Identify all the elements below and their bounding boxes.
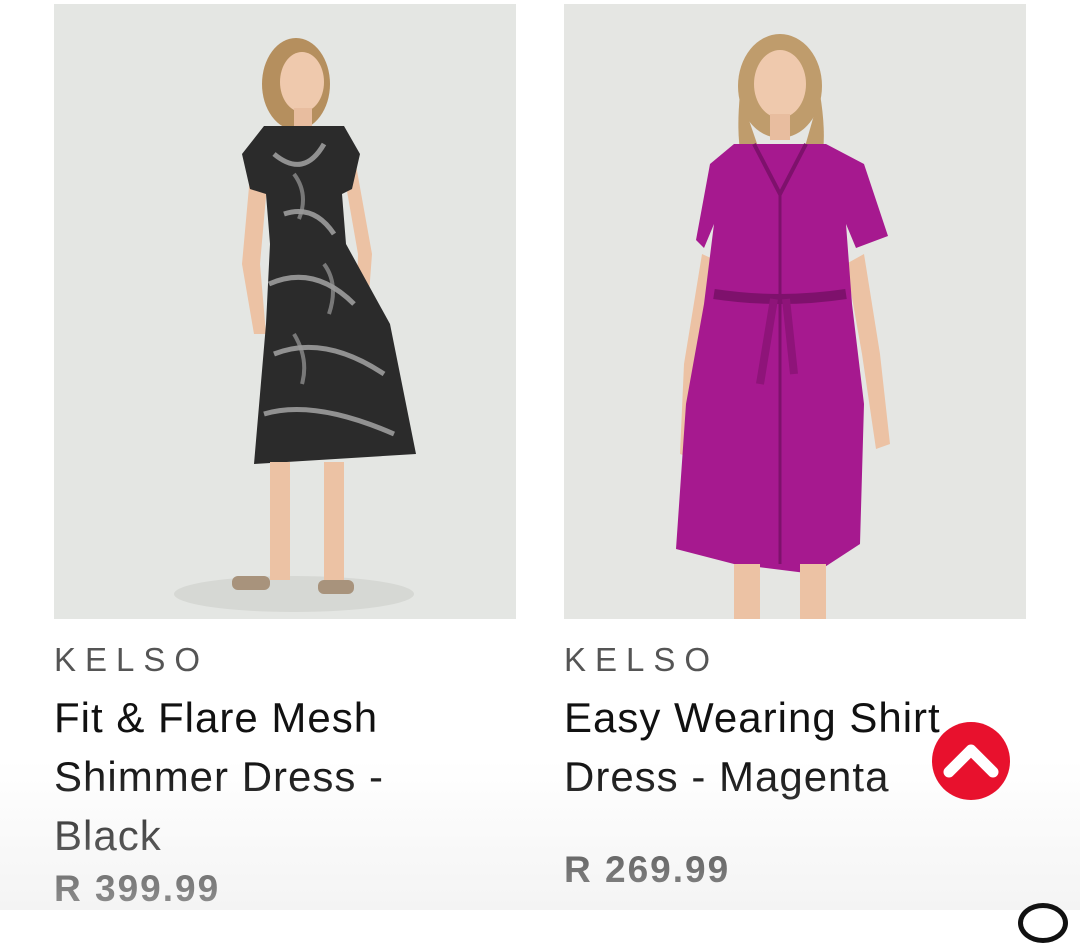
scroll-to-top-button[interactable]: [932, 722, 1010, 800]
product-price: R 269.99: [564, 849, 731, 890]
chevron-up-icon: [941, 738, 1001, 785]
product-price: R 399.99: [54, 868, 221, 909]
product-brand: KELSO: [564, 641, 720, 678]
product-card[interactable]: KELSO Easy Wearing Shirt Dress - Magenta: [564, 4, 1026, 806]
product-title-line: Shimmer Dress -: [54, 753, 385, 800]
product-grid: KELSO Fit & Flare Mesh Shimmer Dress - B…: [0, 0, 1080, 910]
product-image[interactable]: [564, 4, 1026, 619]
product-title[interactable]: Fit & Flare Mesh Shimmer Dress - Black: [54, 688, 516, 865]
product-brand: KELSO: [54, 641, 210, 678]
product-title-line: Fit & Flare Mesh: [54, 694, 379, 741]
product-title-line: Black: [54, 812, 162, 859]
partial-icon: [1018, 903, 1068, 943]
product-image[interactable]: [54, 4, 516, 619]
product-card[interactable]: KELSO Fit & Flare Mesh Shimmer Dress - B…: [54, 4, 516, 865]
